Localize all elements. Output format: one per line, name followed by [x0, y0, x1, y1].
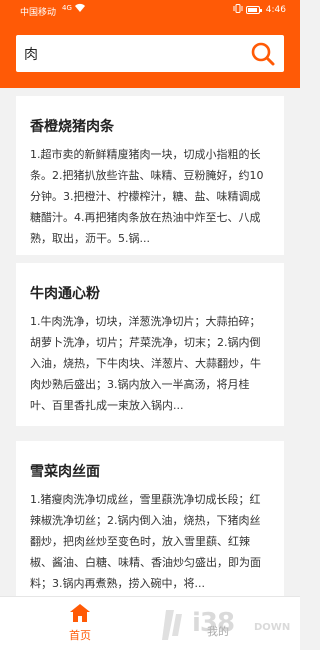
watermark-text: i38 — [192, 608, 235, 638]
recipe-card[interactable]: 牛肉通心粉 1.牛肉洗净，切块，洋葱洗净切片；大蒜拍碎；胡萝卜洗净，切片；芹菜洗… — [16, 263, 284, 426]
status-right: 4:46 — [233, 4, 286, 16]
recipe-title: 香橙烧猪肉条 — [30, 119, 114, 135]
wifi-icon — [74, 3, 86, 16]
signal-label: 4G — [62, 4, 72, 12]
battery-icon — [245, 6, 262, 14]
watermark-subtext: DOWN — [254, 622, 291, 633]
search-bar[interactable] — [16, 35, 284, 72]
watermark-logo: i38 DOWN — [160, 606, 300, 646]
nav-home-tab[interactable]: 首页 — [52, 601, 108, 647]
recipe-description: 1.猪瘦肉洗净切成丝，雪里蕻洗净切成长段；红辣椒洗净切丝；2.锅内倒入油，烧热，… — [30, 493, 261, 590]
carrier-label: 中国移动 — [20, 8, 57, 18]
search-input[interactable] — [24, 44, 244, 64]
recipe-description: 1.牛肉洗净，切块，洋葱洗净切片；大蒜拍碎；胡萝卜洗净，切片；芹菜洗净，切末；2… — [30, 315, 261, 412]
recipe-title: 雪菜肉丝面 — [30, 464, 100, 480]
app-header: 中国移动 4G 4:46 — [0, 0, 300, 88]
clock: 4:46 — [265, 5, 286, 15]
vibrate-icon — [233, 4, 243, 16]
search-icon[interactable] — [250, 41, 276, 67]
home-icon — [70, 604, 90, 622]
status-bar: 中国移动 4G 4:46 — [0, 0, 300, 22]
recipe-card[interactable]: 雪菜肉丝面 1.猪瘦肉洗净切成丝，雪里蕻洗净切成长段；红辣椒洗净切丝；2.锅内倒… — [16, 441, 284, 601]
nav-home-label: 首页 — [69, 629, 91, 642]
recipe-card[interactable]: 香橙烧猪肉条 1.超市卖的新鲜精廋猪肉一块，切成小指粗的长条。2.把猪扒放些许盐… — [16, 96, 284, 255]
recipe-title: 牛肉通心粉 — [30, 286, 100, 302]
recipe-description: 1.超市卖的新鲜精廋猪肉一块，切成小指粗的长条。2.把猪扒放些许盐、味精、豆粉腌… — [30, 148, 264, 245]
